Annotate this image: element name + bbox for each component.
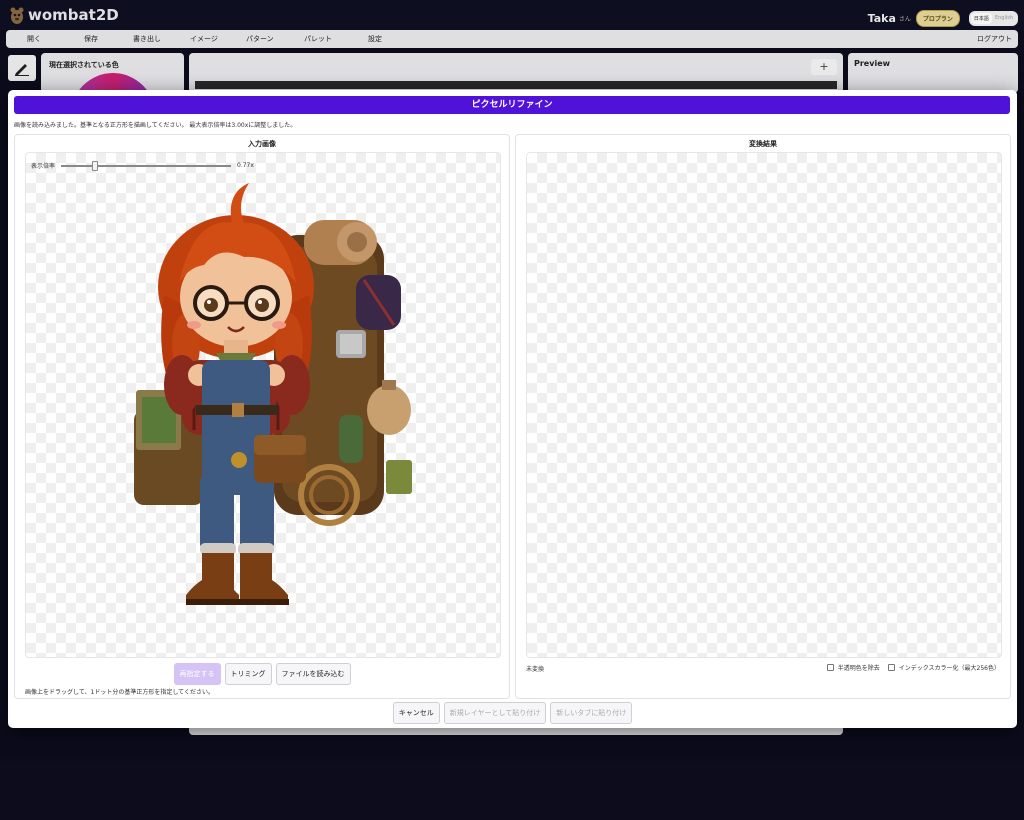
zoom-slider-thumb[interactable] bbox=[92, 160, 99, 171]
paste-new-layer-button[interactable]: 新規レイヤーとして貼り付け bbox=[443, 702, 547, 724]
input-image-canvas[interactable]: 表示倍率 0.77x bbox=[25, 152, 501, 658]
dialog-status-message: 画像を読み込みました。基準となる正方形を描画してください。 最大表示倍率は3.0… bbox=[14, 122, 297, 129]
dialog-footer: キャンセル 新規レイヤーとして貼り付け 新しいタブに貼り付け bbox=[8, 702, 1017, 724]
zoom-slider[interactable] bbox=[61, 160, 232, 171]
input-hint: 画像上をドラッグして、1ドット分の基準正方形を指定してください。 bbox=[25, 689, 214, 696]
conversion-result-pane: 変換結果 未変換 半透明色を除去 インデックスカラー化（最大256色） bbox=[515, 134, 1011, 699]
respecify-button[interactable]: 再指定する bbox=[173, 663, 221, 685]
input-image-pane: 入力画像 表示倍率 0.77x 再指定する トリミング ファイルを読み込む 画像… bbox=[14, 134, 510, 699]
remove-translucent-checkbox[interactable] bbox=[826, 664, 834, 671]
index-color-checkbox[interactable] bbox=[887, 664, 895, 671]
input-pane-title: 入力画像 bbox=[248, 140, 276, 148]
pixel-refine-dialog: ピクセルリファイン 画像を読み込みました。基準となる正方形を描画してください。 … bbox=[8, 90, 1017, 728]
zoom-value: 0.77x bbox=[237, 162, 254, 169]
dialog-title: ピクセルリファイン bbox=[14, 96, 1010, 114]
remove-translucent-option[interactable]: 半透明色を除去 bbox=[826, 663, 880, 672]
zoom-control: 表示倍率 0.77x bbox=[31, 160, 254, 171]
load-file-button[interactable]: ファイルを読み込む bbox=[275, 663, 351, 685]
output-image-canvas bbox=[526, 152, 1002, 658]
character-sprite-image bbox=[134, 183, 412, 605]
zoom-label: 表示倍率 bbox=[31, 163, 56, 170]
cancel-button[interactable]: キャンセル bbox=[392, 702, 440, 724]
index-color-label: インデックスカラー化（最大256色） bbox=[898, 665, 1000, 672]
index-color-option[interactable]: インデックスカラー化（最大256色） bbox=[887, 663, 1000, 672]
trim-button[interactable]: トリミング bbox=[224, 663, 272, 685]
conversion-options: 半透明色を除去 インデックスカラー化（最大256色） bbox=[826, 663, 1000, 672]
paste-new-tab-button[interactable]: 新しいタブに貼り付け bbox=[550, 702, 633, 724]
output-pane-title: 変換結果 bbox=[749, 140, 777, 148]
remove-translucent-label: 半透明色を除去 bbox=[837, 665, 880, 672]
input-actions: 再指定する トリミング ファイルを読み込む bbox=[15, 663, 509, 685]
conversion-status: 未変換 bbox=[526, 666, 545, 673]
